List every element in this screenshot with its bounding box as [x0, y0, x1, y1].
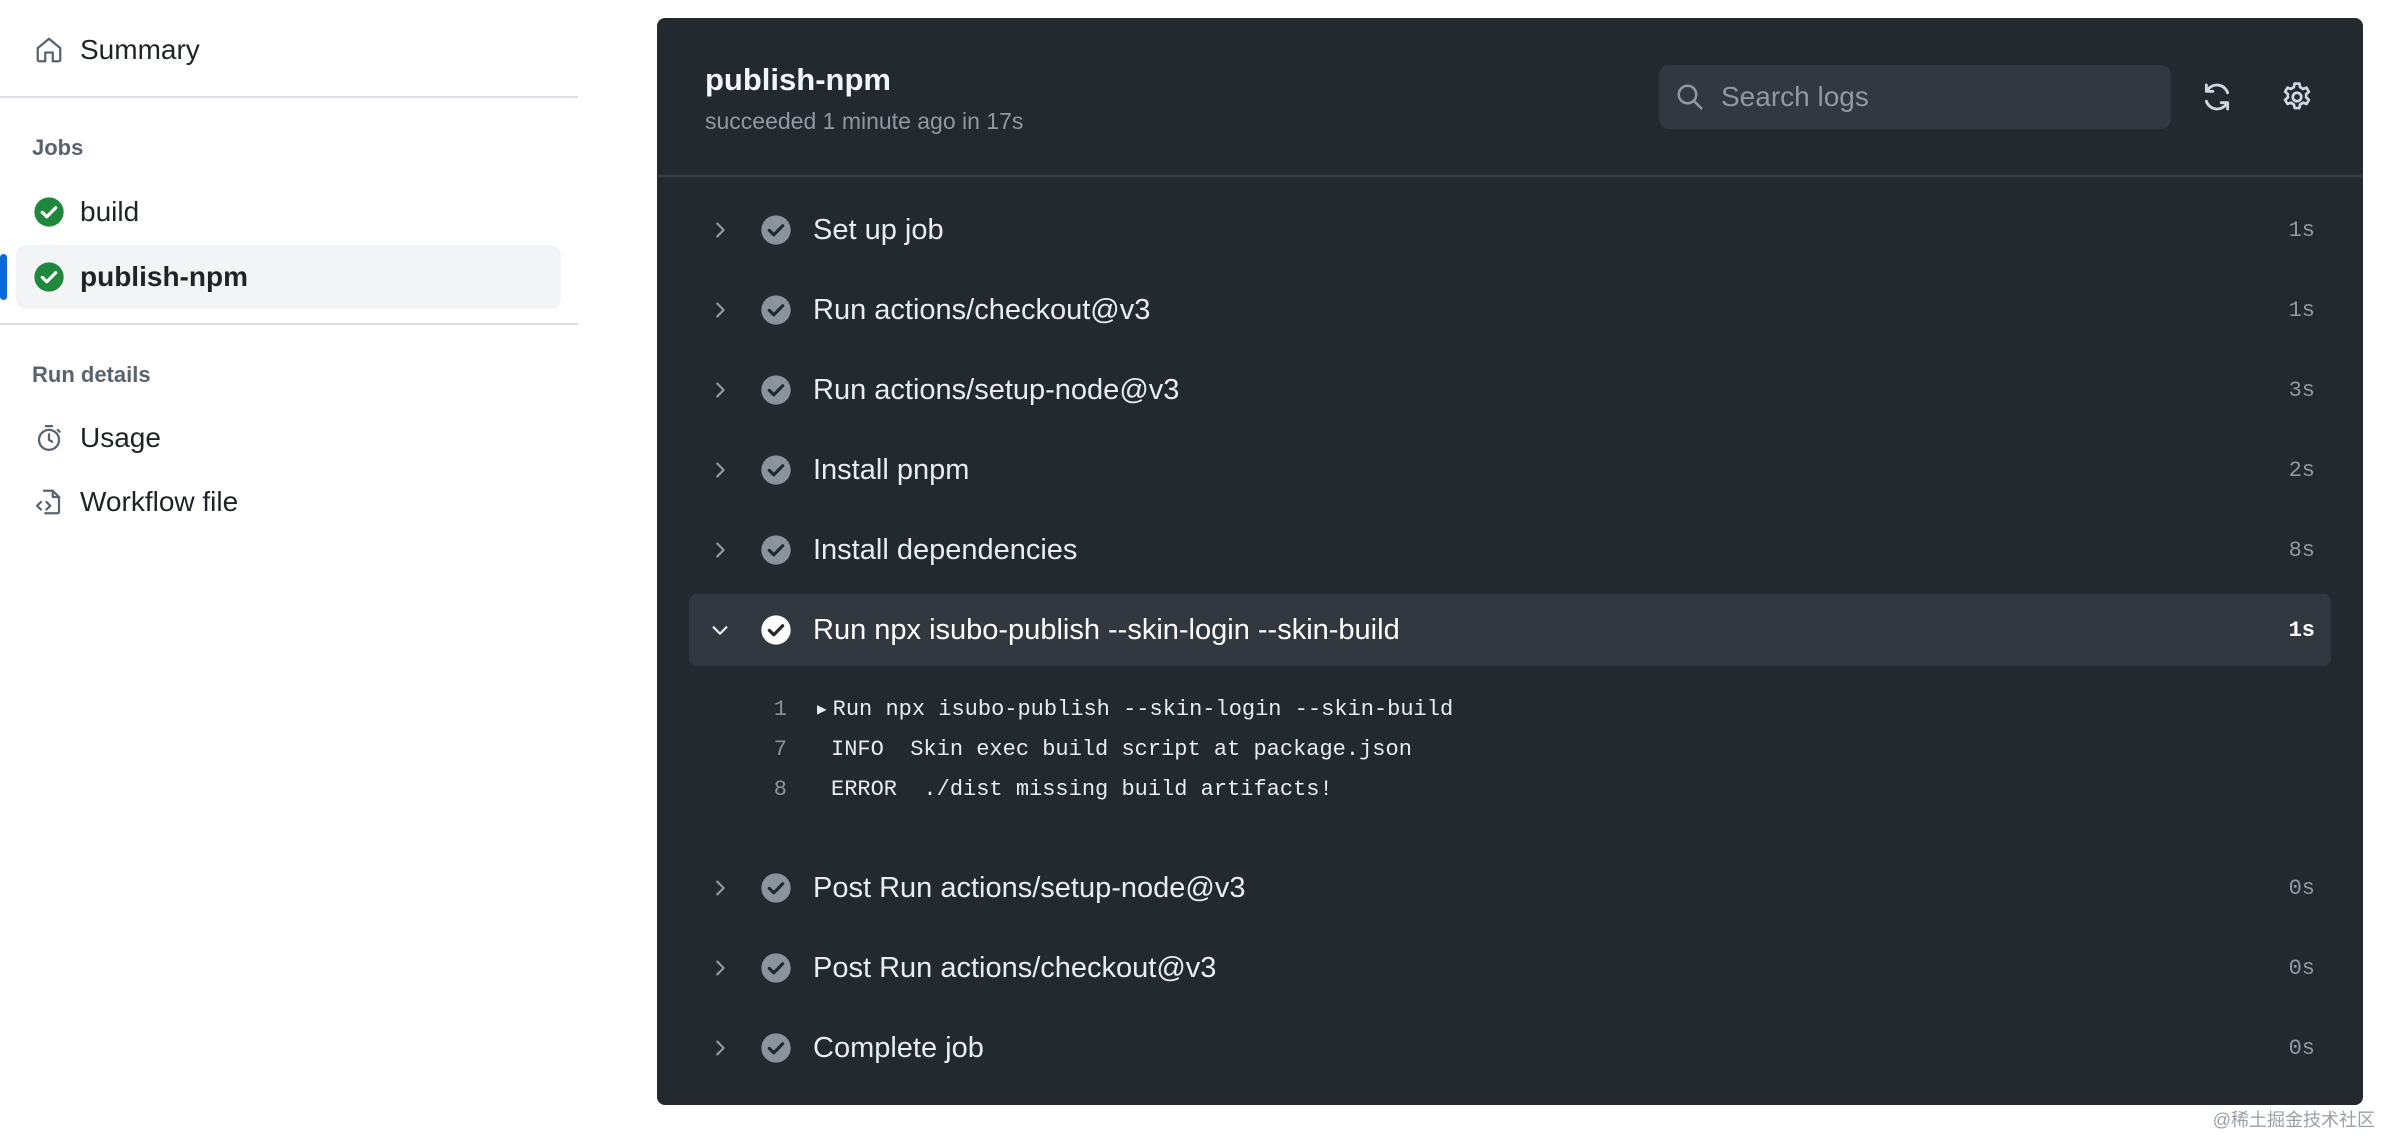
sidebar-item-label: Usage	[80, 422, 161, 453]
job-status: succeeded 1 minute ago in 17s	[705, 108, 1024, 134]
step-row-run-isubo-publish[interactable]: Run npx isubo-publish --skin-login --ski…	[689, 594, 2331, 666]
chevron-right-icon	[705, 295, 735, 325]
step-duration: 8s	[2288, 537, 2315, 563]
jobs-heading: Jobs	[32, 135, 84, 160]
gear-icon	[2280, 80, 2314, 114]
log-line-text: INFO Skin exec build script at package.j…	[831, 736, 1412, 762]
step-row-install-pnpm[interactable]: Install pnpm 2s	[689, 434, 2331, 506]
step-duration: 0s	[2288, 875, 2315, 901]
sidebar-item-usage[interactable]: Usage	[16, 406, 561, 470]
step-name: Set up job	[813, 213, 944, 246]
active-indicator	[0, 254, 7, 300]
log-line-number: 7	[773, 736, 787, 762]
log-line-number: 8	[773, 776, 787, 802]
log-line[interactable]: 1 ▶ Run npx isubo-publish --skin-login -…	[717, 689, 1453, 729]
step-row-post-setup-node[interactable]: Post Run actions/setup-node@v3 0s	[689, 852, 2331, 924]
stopwatch-icon	[32, 421, 66, 455]
sidebar-divider	[0, 323, 578, 325]
step-name: Install dependencies	[813, 533, 1078, 566]
check-circle-icon	[759, 613, 793, 647]
step-duration: 2s	[2288, 457, 2315, 483]
job-header: publish-npm succeeded 1 minute ago in 17…	[657, 18, 2363, 177]
home-icon	[32, 33, 66, 67]
step-name: Install pnpm	[813, 453, 970, 486]
step-name: Complete job	[813, 1031, 984, 1064]
check-circle-fill-icon	[32, 195, 66, 229]
check-circle-icon	[759, 951, 793, 985]
file-code-icon	[32, 485, 66, 519]
chevron-right-icon	[705, 375, 735, 405]
settings-button[interactable]	[2274, 74, 2320, 120]
sidebar-item-job-publish-npm[interactable]: publish-npm	[16, 245, 561, 309]
step-name: Run npx isubo-publish --skin-login --ski…	[813, 613, 1400, 646]
log-line: 7 INFO Skin exec build script at package…	[717, 729, 1412, 769]
step-duration: 0s	[2288, 1035, 2315, 1061]
step-row-checkout[interactable]: Run actions/checkout@v3 1s	[689, 274, 2331, 346]
check-circle-fill-icon	[32, 260, 66, 294]
sidebar-divider	[0, 96, 578, 98]
run-details-heading: Run details	[32, 362, 151, 387]
log-line: 8 ERROR ./dist missing build artifacts!	[717, 769, 1333, 809]
sync-icon	[2200, 80, 2234, 114]
search-icon	[1675, 82, 1705, 112]
watermark: @稀土掘金技术社区	[2212, 1110, 2375, 1130]
sidebar-item-summary[interactable]: Summary	[16, 18, 561, 82]
chevron-right-icon	[705, 455, 735, 485]
step-name: Run actions/setup-node@v3	[813, 373, 1180, 406]
sidebar-item-label: publish-npm	[80, 261, 248, 292]
chevron-right-icon	[705, 1033, 735, 1063]
caret-right-icon[interactable]: ▶	[817, 699, 827, 719]
check-circle-icon	[759, 533, 793, 567]
chevron-right-icon	[705, 215, 735, 245]
step-row-complete-job[interactable]: Complete job 0s	[689, 1012, 2331, 1084]
check-circle-icon	[759, 293, 793, 327]
check-circle-icon	[759, 213, 793, 247]
chevron-right-icon	[705, 873, 735, 903]
search-logs-box[interactable]	[1659, 65, 2171, 129]
step-duration: 0s	[2288, 955, 2315, 981]
search-logs-input[interactable]	[1719, 80, 2139, 114]
sidebar-item-job-build[interactable]: build	[16, 180, 561, 244]
log-line-text: Run npx isubo-publish --skin-login --ski…	[832, 696, 1454, 722]
step-row-set-up-job[interactable]: Set up job 1s	[689, 194, 2331, 266]
job-title: publish-npm	[705, 62, 891, 97]
step-duration: 1s	[2288, 217, 2315, 243]
refresh-button[interactable]	[2194, 74, 2240, 120]
sidebar-item-label: build	[80, 196, 140, 227]
chevron-right-icon	[705, 535, 735, 565]
check-circle-icon	[759, 871, 793, 905]
step-row-setup-node[interactable]: Run actions/setup-node@v3 3s	[689, 354, 2331, 426]
step-name: Post Run actions/checkout@v3	[813, 951, 1217, 984]
sidebar-item-label: Workflow file	[80, 486, 239, 517]
step-row-install-dependencies[interactable]: Install dependencies 8s	[689, 514, 2331, 586]
log-line-text: ERROR ./dist missing build artifacts!	[831, 776, 1333, 802]
step-name: Run actions/checkout@v3	[813, 293, 1151, 326]
step-duration: 1s	[2288, 617, 2315, 643]
step-name: Post Run actions/setup-node@v3	[813, 871, 1246, 904]
chevron-down-icon	[705, 615, 735, 645]
step-duration: 1s	[2288, 297, 2315, 323]
job-log-panel: publish-npm succeeded 1 minute ago in 17…	[657, 18, 2363, 1105]
chevron-right-icon	[705, 953, 735, 983]
log-line-number: 1	[773, 696, 787, 722]
sidebar-item-workflow-file[interactable]: Workflow file	[16, 470, 561, 534]
check-circle-icon	[759, 1031, 793, 1065]
step-duration: 3s	[2288, 377, 2315, 403]
step-row-post-checkout[interactable]: Post Run actions/checkout@v3 0s	[689, 932, 2331, 1004]
sidebar: Summary Jobs build publish-npm Run detai…	[0, 0, 578, 1136]
check-circle-icon	[759, 453, 793, 487]
check-circle-icon	[759, 373, 793, 407]
sidebar-item-label: Summary	[80, 34, 200, 65]
